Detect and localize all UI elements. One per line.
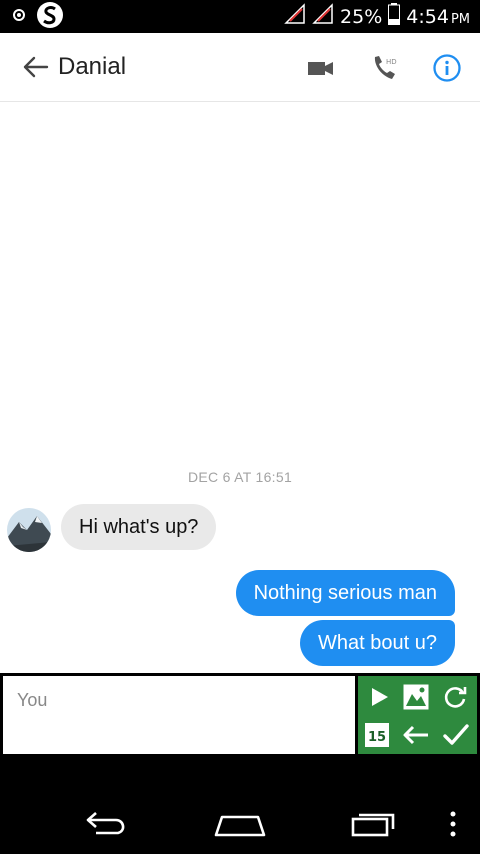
clock: 4:54 PM: [406, 6, 470, 28]
image-icon: [403, 684, 429, 710]
notification-dot-icon: [12, 7, 26, 26]
video-call-button[interactable]: [306, 53, 336, 83]
no-signal-icon-2: [312, 3, 334, 30]
nav-recents-button[interactable]: [350, 809, 400, 844]
incoming-message-bubble[interactable]: Hi what's up?: [61, 504, 217, 550]
contact-name[interactable]: Danial: [58, 53, 126, 81]
recents-icon: [351, 813, 395, 837]
gallery-button[interactable]: [401, 682, 431, 712]
messenger-chat-screen: Danial HD DEC 6 AT 16:51 Hi what's up? N…: [0, 33, 480, 673]
message-thread[interactable]: DEC 6 AT 16:51 Hi what's up? Nothing ser…: [0, 101, 480, 673]
clock-ampm: PM: [450, 11, 470, 27]
mountain-photo-avatar-icon: [7, 508, 51, 552]
backspace-button[interactable]: [401, 720, 431, 750]
play-button[interactable]: [364, 682, 394, 712]
info-icon: [433, 54, 461, 82]
app-s-icon: [36, 1, 64, 33]
contact-avatar[interactable]: [7, 508, 51, 552]
hd-phone-icon: HD: [374, 56, 397, 79]
calendar-badge: 15: [368, 730, 386, 745]
nav-home-button[interactable]: [214, 809, 266, 842]
no-signal-icon-1: [284, 3, 306, 30]
status-bar: 25% 4:54 PM: [0, 0, 480, 33]
composer-area: You 15: [0, 673, 480, 757]
info-button[interactable]: [432, 53, 462, 83]
voice-call-button[interactable]: HD: [370, 53, 400, 83]
nav-menu-button[interactable]: [449, 811, 457, 842]
clock-time: 4:54: [406, 5, 449, 28]
arrow-left-icon: [403, 725, 428, 745]
nav-back-button[interactable]: [84, 807, 130, 842]
refresh-icon: [444, 687, 467, 708]
refresh-button[interactable]: [440, 682, 470, 712]
outgoing-message-bubble[interactable]: What bout u?: [300, 620, 455, 666]
battery-icon: [388, 3, 401, 30]
back-arrow-icon: [86, 812, 125, 835]
outgoing-message-bubble[interactable]: Nothing serious man: [235, 570, 455, 616]
overflow-menu-icon: [450, 811, 456, 837]
message-input[interactable]: You: [3, 676, 355, 754]
android-navigation-bar: [0, 757, 480, 854]
keyboard-action-panel: 15: [358, 676, 477, 754]
checkmark-icon: [443, 724, 469, 745]
svg-text:HD: HD: [386, 58, 397, 66]
battery-percent: 25%: [340, 5, 383, 28]
home-icon: [214, 815, 266, 837]
message-input-placeholder: You: [17, 690, 48, 710]
calendar-icon: 15: [365, 723, 389, 747]
message-timestamp: DEC 6 AT 16:51: [187, 469, 293, 485]
arrow-left-icon: [23, 56, 49, 78]
confirm-button[interactable]: [441, 720, 471, 750]
play-icon: [372, 688, 388, 706]
video-camera-icon: [308, 62, 333, 75]
calendar-button[interactable]: 15: [362, 720, 392, 750]
back-button[interactable]: [22, 55, 50, 79]
chat-header: Danial HD: [0, 33, 480, 102]
